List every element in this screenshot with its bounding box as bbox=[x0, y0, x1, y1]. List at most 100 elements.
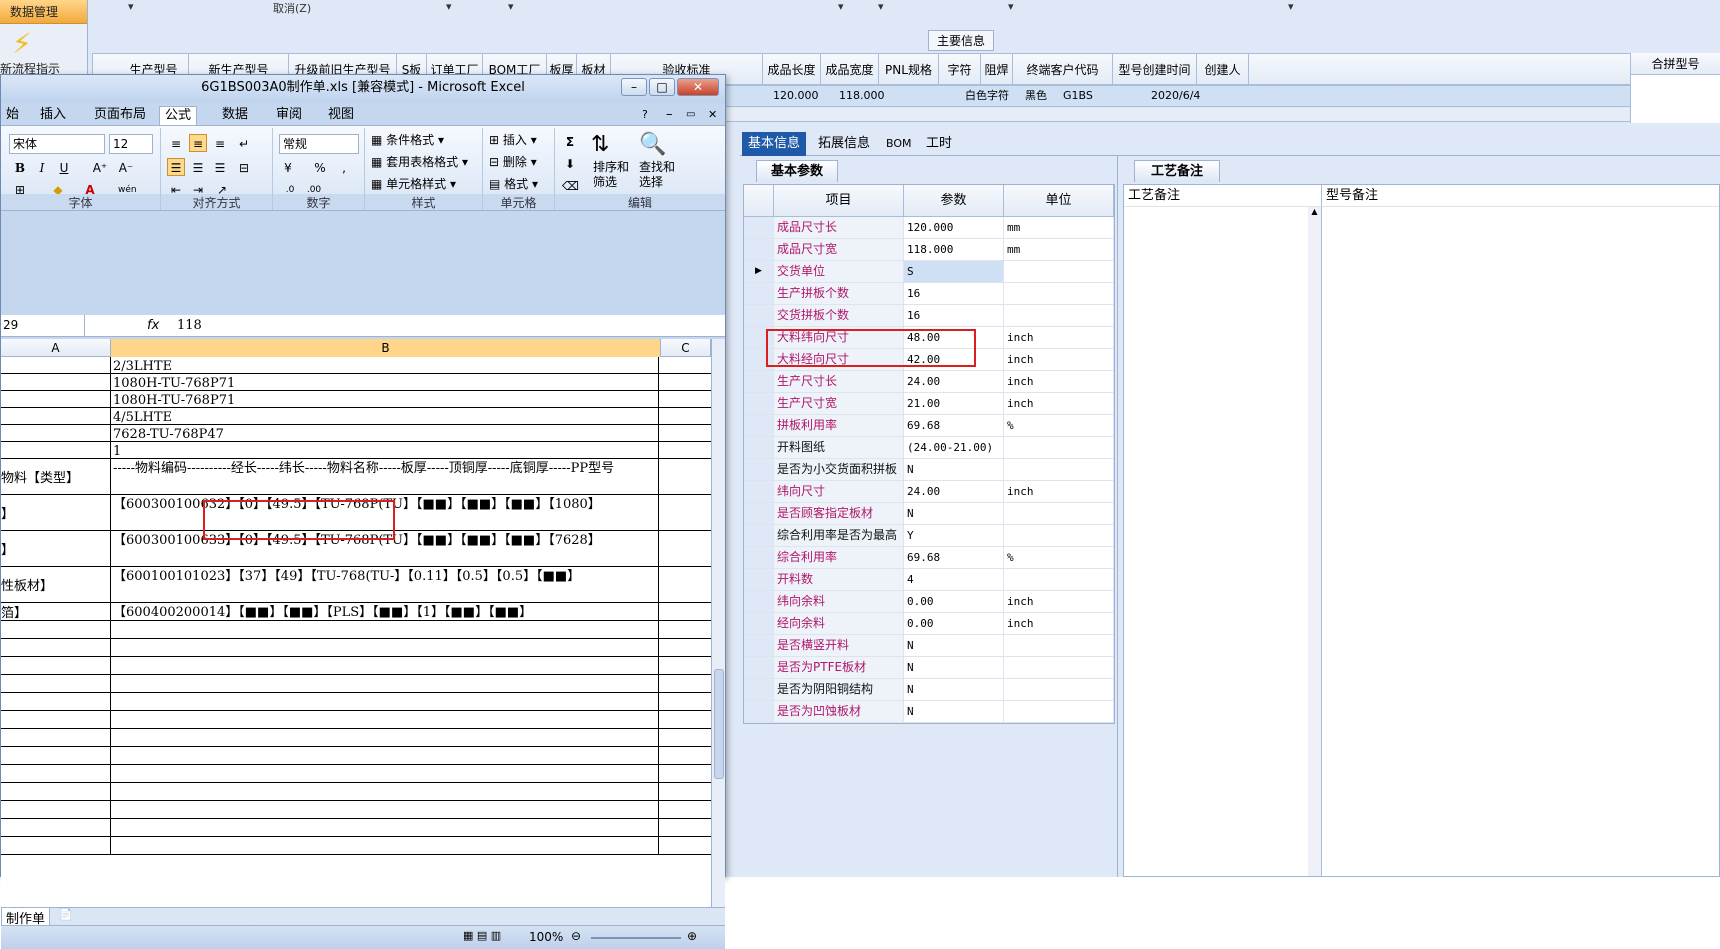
autosum-icon[interactable]: Σ bbox=[561, 132, 579, 150]
cell-b[interactable] bbox=[113, 711, 659, 728]
param-row[interactable]: 大料纬向尺寸 48.00 inch bbox=[744, 327, 1114, 349]
cell-b[interactable] bbox=[113, 801, 659, 818]
cell-a[interactable] bbox=[1, 711, 111, 728]
sort-filter-icon[interactable]: ⇅ bbox=[591, 132, 609, 158]
param-value[interactable]: N bbox=[904, 459, 1004, 480]
cell-a[interactable] bbox=[1, 408, 111, 424]
tab-home[interactable]: 始 bbox=[1, 106, 24, 124]
underline-icon[interactable]: U bbox=[55, 158, 73, 176]
param-value[interactable]: 0.00 bbox=[904, 591, 1004, 612]
param-row[interactable]: 综合利用率是否为最高 Y bbox=[744, 525, 1114, 547]
param-row[interactable]: 纬向余料 0.00 inch bbox=[744, 591, 1114, 613]
param-value[interactable]: 24.00 bbox=[904, 371, 1004, 392]
sheet-row[interactable]: 】【600300100632】【0】【49.5】【TU-768P(TU】【■■】… bbox=[1, 495, 711, 531]
tab-work-hours[interactable]: 工时 bbox=[920, 132, 958, 156]
cell-b[interactable]: 1080H-TU-768P71 bbox=[113, 391, 659, 407]
param-value[interactable]: 4 bbox=[904, 569, 1004, 590]
shrink-font-icon[interactable]: A⁻ bbox=[117, 158, 135, 176]
comma-icon[interactable]: , bbox=[335, 158, 353, 176]
param-value[interactable]: 16 bbox=[904, 283, 1004, 304]
cell-a[interactable]: 性板材】 bbox=[1, 567, 111, 602]
formula-input[interactable]: 118 bbox=[177, 315, 202, 336]
font-name-select[interactable]: 宋体 bbox=[9, 134, 105, 154]
grid-header-cell[interactable]: PNL规格 bbox=[879, 54, 939, 86]
cell-a[interactable] bbox=[1, 729, 111, 746]
param-row[interactable]: 大料经向尺寸 42.00 inch bbox=[744, 349, 1114, 371]
param-value[interactable]: 69.68 bbox=[904, 547, 1004, 568]
cell-b[interactable] bbox=[113, 765, 659, 782]
param-value[interactable]: 42.00 bbox=[904, 349, 1004, 370]
cell-b[interactable]: 1 bbox=[113, 442, 659, 458]
grow-font-icon[interactable]: A⁺ bbox=[91, 158, 109, 176]
cell-a[interactable] bbox=[1, 837, 111, 854]
grid-header-cell[interactable]: 阻焊 bbox=[981, 54, 1013, 86]
cell-a[interactable] bbox=[1, 639, 111, 656]
sheet-row[interactable] bbox=[1, 747, 711, 765]
grid-cell-solder[interactable]: 黑色 bbox=[1025, 86, 1047, 106]
close-icon[interactable]: ✕ bbox=[703, 106, 722, 124]
cell-a[interactable]: 物料【类型】 bbox=[1, 459, 111, 494]
cell-b[interactable]: 1080H-TU-768P71 bbox=[113, 374, 659, 390]
param-value[interactable]: 69.68 bbox=[904, 415, 1004, 436]
param-row[interactable]: 是否为阴阳铜结构 N bbox=[744, 679, 1114, 701]
params-tab[interactable]: 基本参数 bbox=[756, 160, 839, 182]
zoom-out-icon[interactable]: ⊖ bbox=[571, 929, 581, 943]
close-icon[interactable]: ✕ bbox=[677, 78, 719, 96]
sheet-row[interactable] bbox=[1, 711, 711, 729]
cell-b[interactable] bbox=[113, 657, 659, 674]
dropdown-arrow-icon[interactable]: ▾ bbox=[1288, 0, 1294, 13]
sheet-row[interactable]: 物料【类型】 -----物料编码----------经长-----纬长-----物… bbox=[1, 459, 711, 495]
param-value[interactable]: 48.00 bbox=[904, 327, 1004, 348]
cell-b[interactable]: 【600400200014】【■■】【■■】【PLS】【■■】【1】【■■】【■… bbox=[113, 603, 659, 620]
cell-styles-button[interactable]: ▦ 单元格样式 ▾ bbox=[371, 176, 456, 192]
currency-icon[interactable]: ¥ bbox=[279, 158, 297, 176]
tab-data[interactable]: 数据 bbox=[217, 106, 253, 124]
param-value[interactable]: 120.000 bbox=[904, 217, 1004, 238]
param-row[interactable]: 生产拼板个数 16 bbox=[744, 283, 1114, 305]
param-value[interactable]: Y bbox=[904, 525, 1004, 546]
cell-a[interactable] bbox=[1, 693, 111, 710]
param-value[interactable]: N bbox=[904, 657, 1004, 678]
cell-b[interactable]: 【600300100632】【0】【49.5】【TU-768P(TU】【■■】【… bbox=[113, 495, 659, 530]
cell-a[interactable]: 箔】 bbox=[1, 603, 111, 620]
param-row[interactable]: 是否为小交货面积拼板 N bbox=[744, 459, 1114, 481]
sheet-row[interactable]: 】【600300100633】【0】【49.5】【TU-768P(TU】【■■】… bbox=[1, 531, 711, 567]
bold-icon[interactable]: B bbox=[11, 158, 29, 176]
nav-header[interactable]: 数据管理 bbox=[0, 0, 87, 24]
notes-scrollbar[interactable]: ▲ bbox=[1308, 207, 1322, 876]
cell-b[interactable] bbox=[113, 747, 659, 764]
tab-page-layout[interactable]: 页面布局 bbox=[89, 106, 151, 124]
delete-cells-button[interactable]: ⊟ 删除 ▾ bbox=[489, 154, 537, 170]
cell-b[interactable] bbox=[113, 837, 659, 854]
sheet-row[interactable] bbox=[1, 837, 711, 855]
param-value[interactable]: 0.00 bbox=[904, 613, 1004, 634]
sheet-row[interactable] bbox=[1, 783, 711, 801]
italic-icon[interactable]: I bbox=[33, 158, 51, 176]
grid-cell-created[interactable]: 2020/6/4 bbox=[1151, 86, 1200, 106]
align-center-icon[interactable]: ☰ bbox=[189, 158, 207, 176]
grid-header-cell[interactable]: 终端客户代码 bbox=[1013, 54, 1113, 86]
align-middle-icon[interactable]: ≡ bbox=[189, 134, 207, 152]
insert-cells-button[interactable]: ⊞ 插入 ▾ bbox=[489, 132, 537, 148]
cell-a[interactable] bbox=[1, 801, 111, 818]
param-row[interactable]: 是否顾客指定板材 N bbox=[744, 503, 1114, 525]
sheet-row[interactable]: 4/5LHTE bbox=[1, 408, 711, 425]
cell-a[interactable] bbox=[1, 374, 111, 390]
cell-a[interactable] bbox=[1, 357, 111, 373]
dropdown-arrow-icon[interactable]: ▾ bbox=[128, 0, 134, 13]
tab-insert[interactable]: 插入 bbox=[35, 106, 71, 124]
param-value[interactable]: 16 bbox=[904, 305, 1004, 326]
dropdown-arrow-icon[interactable]: ▾ bbox=[1008, 0, 1014, 13]
param-value[interactable]: S bbox=[904, 261, 1004, 282]
param-row[interactable]: 纬向尺寸 24.00 inch bbox=[744, 481, 1114, 503]
scroll-thumb[interactable] bbox=[714, 669, 724, 779]
sheet-row[interactable] bbox=[1, 693, 711, 711]
column-header-a[interactable]: A bbox=[1, 339, 111, 357]
column-header-b[interactable]: B bbox=[111, 339, 661, 357]
font-size-select[interactable]: 12 bbox=[109, 134, 153, 154]
sheet-row[interactable] bbox=[1, 729, 711, 747]
param-row[interactable]: 开料数 4 bbox=[744, 569, 1114, 591]
wrap-text-icon[interactable]: ↵ bbox=[235, 134, 253, 152]
param-row[interactable]: ▶ 交货单位 S bbox=[744, 261, 1114, 283]
cell-a[interactable] bbox=[1, 819, 111, 836]
